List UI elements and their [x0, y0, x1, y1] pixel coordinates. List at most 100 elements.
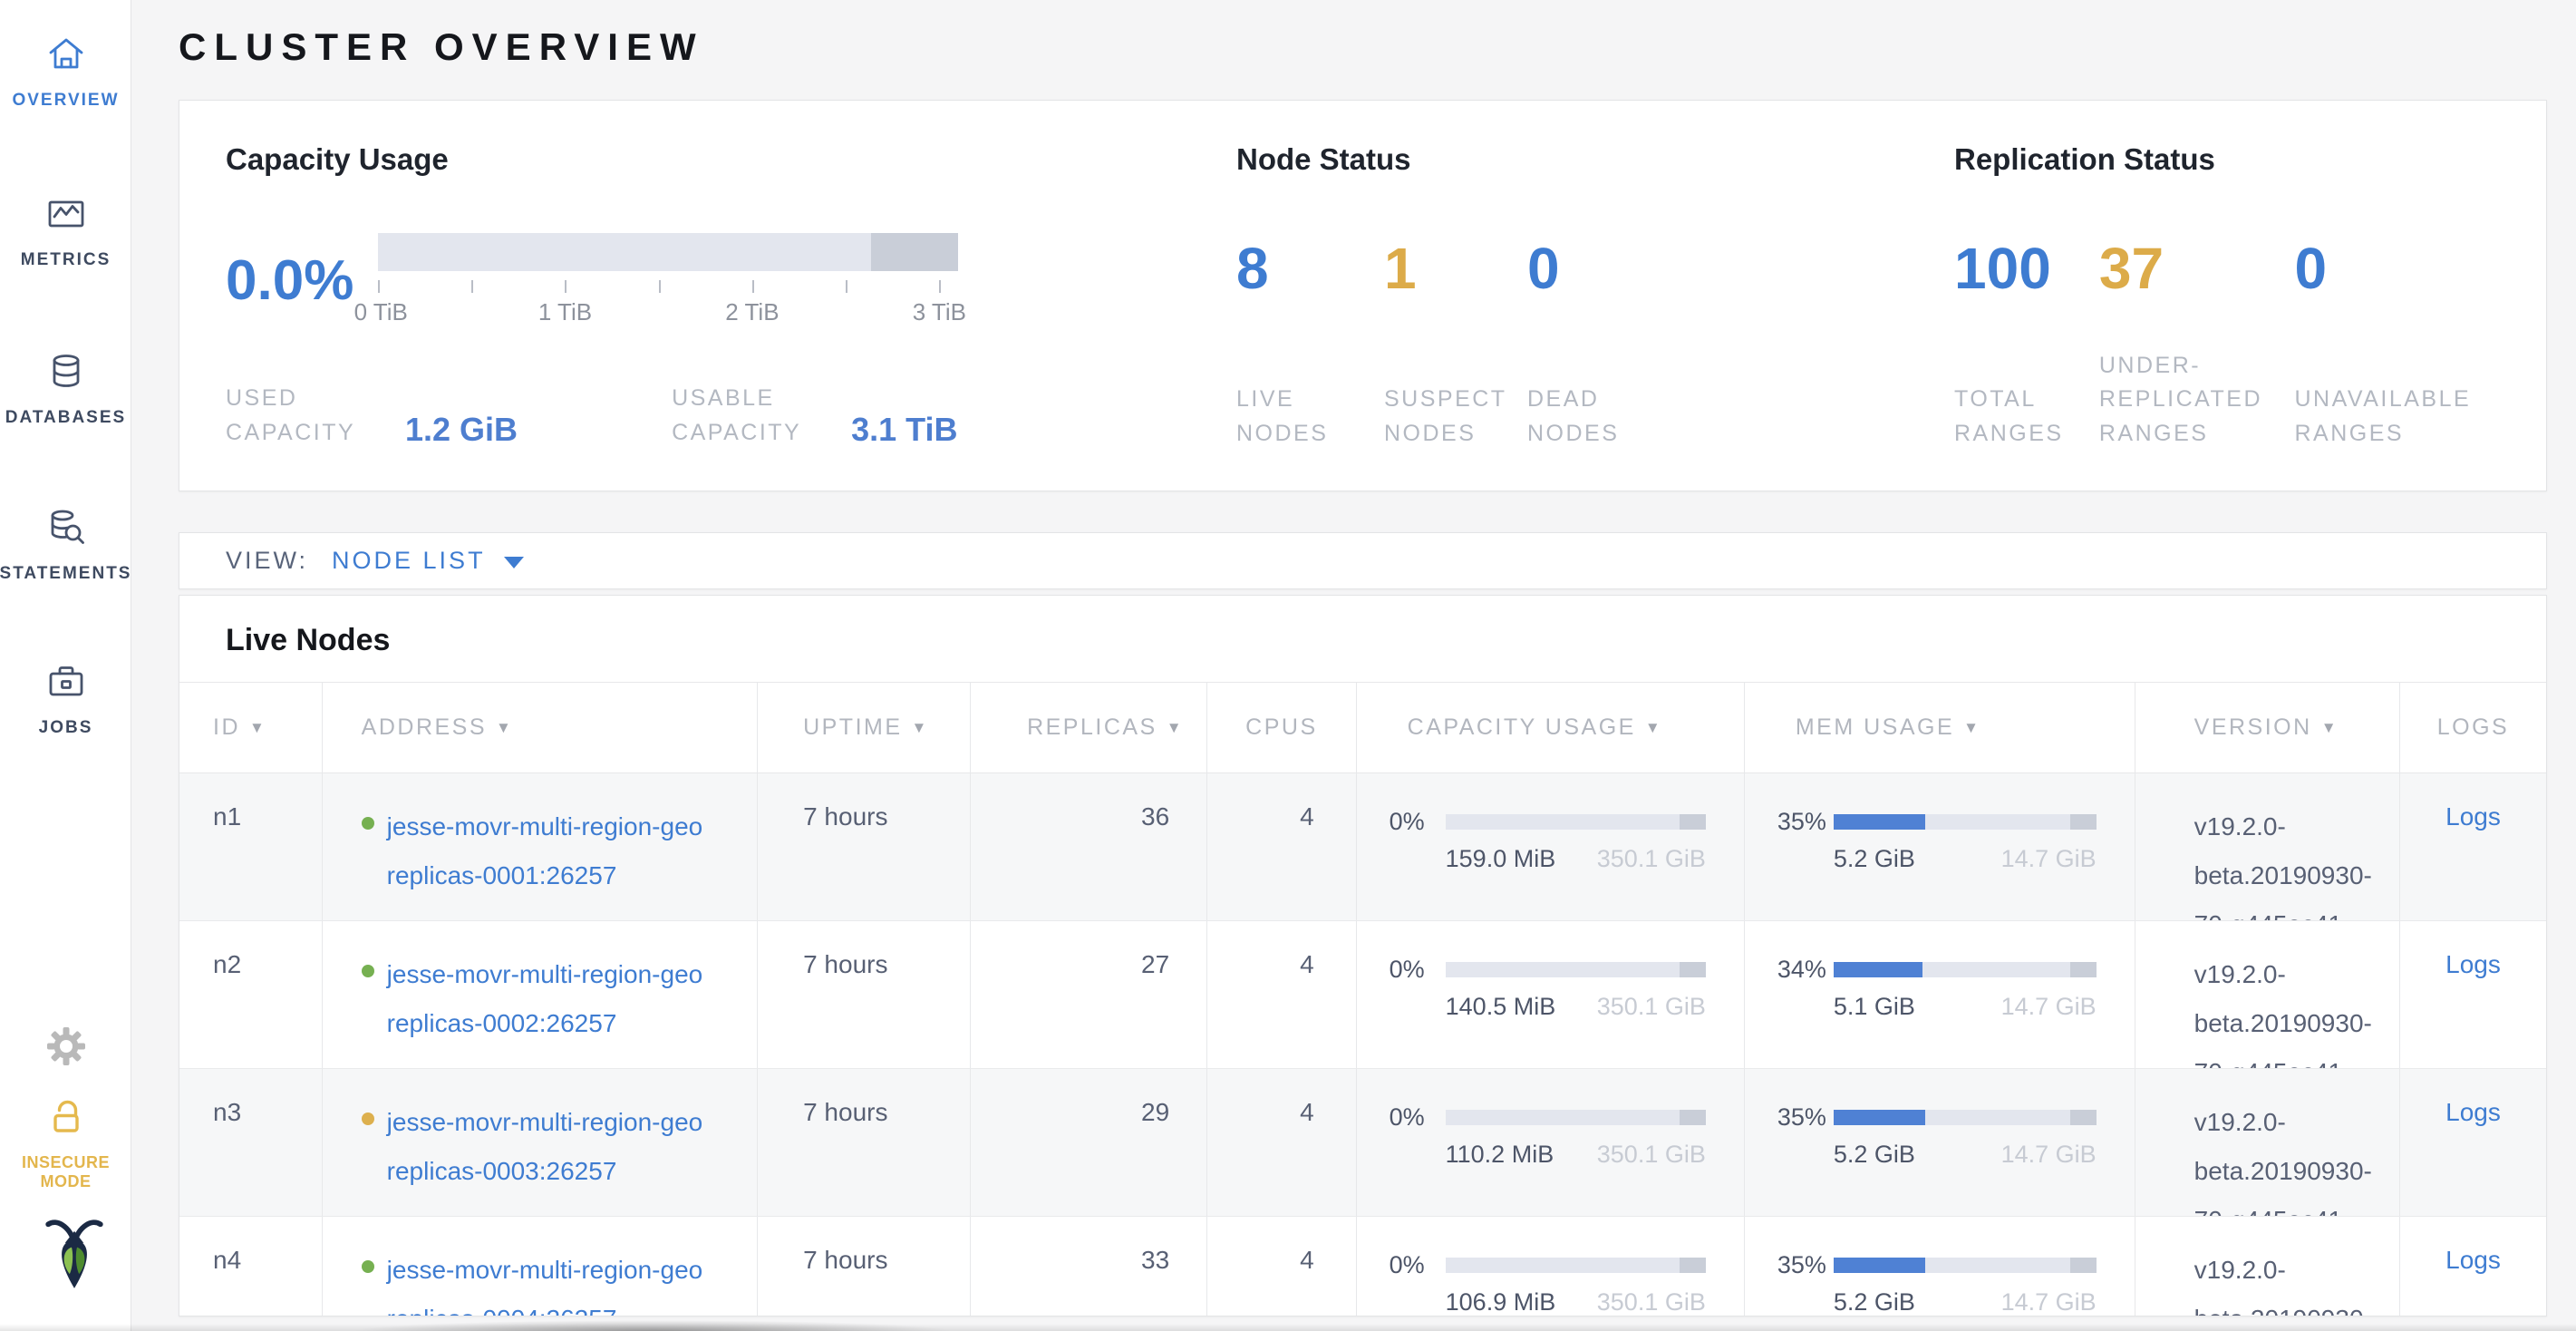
capacity-tick-label: 0 TiB	[354, 298, 408, 326]
under-replicated-stat: 37 UNDER-REPLICATED RANGES	[2099, 213, 2295, 451]
column-header-cpus: CPUS	[1206, 683, 1355, 772]
node-uptime: 7 hours	[757, 1069, 970, 1216]
capacity-tick-label: 1 TiB	[538, 298, 592, 326]
capacity-usage-meter: 0% 140.5 MiB 350.1 GiB	[1357, 950, 1744, 1021]
node-cpus: 4	[1206, 1217, 1355, 1316]
node-replicas: 27	[970, 921, 1206, 1068]
node-status-dot	[362, 817, 374, 830]
column-header-logs: LOGS	[2399, 683, 2546, 772]
node-replicas: 36	[970, 773, 1206, 920]
live-nodes-card: Live Nodes ID ▼ ADDRESS ▼ UPTIME ▼ REPLI…	[179, 595, 2547, 1316]
live-nodes-value: 8	[1236, 235, 1384, 302]
sort-arrow-icon: ▼	[1645, 719, 1662, 737]
total-ranges-label: TOTAL RANGES	[1954, 383, 2099, 451]
node-status-section: Node Status 8 LIVE NODES 1 SUSPECT NODES…	[1236, 142, 1954, 451]
under-replicated-value: 37	[2099, 235, 2295, 302]
mem-usage-meter: 35% 5.2 GiB 14.7 GiB	[1745, 1098, 2135, 1169]
column-header-mem-usage[interactable]: MEM USAGE ▼	[1744, 683, 2135, 772]
node-cpus: 4	[1206, 1069, 1355, 1216]
capacity-usage-meter: 0% 110.2 MiB 350.1 GiB	[1357, 1098, 1744, 1169]
column-header-uptime[interactable]: UPTIME ▼	[757, 683, 970, 772]
column-header-version[interactable]: VERSION ▼	[2135, 683, 2399, 772]
node-address-link[interactable]: jesse-movr-multi-region-geo replicas-000…	[362, 1246, 730, 1316]
unlock-icon	[44, 1095, 88, 1139]
mem-usage-meter: 35% 5.2 GiB 14.7 GiB	[1745, 1246, 2135, 1316]
capacity-usage-title: Capacity Usage	[226, 142, 1236, 177]
column-header-id[interactable]: ID ▼	[179, 683, 322, 772]
node-id: n2	[179, 921, 322, 1068]
capacity-usage-meter: 0% 159.0 MiB 350.1 GiB	[1357, 802, 1744, 873]
view-dropdown-value: NODE LIST	[332, 547, 486, 575]
used-capacity-value: 1.2 GiB	[405, 411, 518, 451]
logs-link[interactable]: Logs	[2400, 802, 2546, 831]
live-nodes-title: Live Nodes	[179, 596, 2546, 682]
view-selector-bar: VIEW: NODE LIST	[179, 532, 2547, 589]
suspect-nodes-stat: 1 SUSPECT NODES	[1384, 213, 1527, 451]
insecure-mode-label: INSECURE MODE	[0, 1153, 131, 1191]
sidebar-item-overview[interactable]: OVERVIEW	[0, 33, 131, 111]
node-id: n3	[179, 1069, 322, 1216]
mem-usage-meter: 35% 5.2 GiB 14.7 GiB	[1745, 802, 2135, 873]
live-nodes-stat: 8 LIVE NODES	[1236, 213, 1384, 451]
sidebar-item-label: JOBS	[39, 718, 93, 738]
sort-arrow-icon: ▼	[912, 719, 929, 737]
column-header-capacity-usage[interactable]: CAPACITY USAGE ▼	[1356, 683, 1744, 772]
node-address-link[interactable]: jesse-movr-multi-region-geo replicas-000…	[362, 802, 730, 900]
node-version: v19.2.0- beta.20190930- 70-g445ec41	[2135, 921, 2399, 1068]
node-version: v19.2.0- beta.20190930- 70-g445ec41	[2135, 1217, 2399, 1316]
sidebar-item-jobs[interactable]: JOBS	[0, 660, 131, 738]
window-bottom-shadow-smudge	[254, 1316, 1051, 1331]
capacity-tick-label: 2 TiB	[725, 298, 779, 326]
mem-usage-meter: 34% 5.1 GiB 14.7 GiB	[1745, 950, 2135, 1021]
live-nodes-label: LIVE NODES	[1236, 383, 1384, 451]
used-capacity-label: USED CAPACITY	[226, 381, 382, 452]
column-header-replicas[interactable]: REPLICAS ▼	[970, 683, 1206, 772]
node-address-link[interactable]: jesse-movr-multi-region-geo replicas-000…	[362, 1098, 730, 1196]
node-version: v19.2.0- beta.20190930- 70-g445ec41	[2135, 1069, 2399, 1216]
capacity-usage-meter: 0% 106.9 MiB 350.1 GiB	[1357, 1246, 1744, 1316]
node-status-dot	[362, 1112, 374, 1125]
node-uptime: 7 hours	[757, 1217, 970, 1316]
node-status-dot	[362, 1260, 374, 1273]
under-replicated-label: UNDER-REPLICATED RANGES	[2099, 349, 2295, 452]
logs-link[interactable]: Logs	[2400, 1246, 2546, 1275]
node-status-title: Node Status	[1236, 142, 1954, 177]
total-ranges-stat: 100 TOTAL RANGES	[1954, 213, 2099, 451]
node-id: n4	[179, 1217, 322, 1316]
node-address-link[interactable]: jesse-movr-multi-region-geo replicas-000…	[362, 950, 730, 1048]
replication-status-section: Replication Status 100 TOTAL RANGES 37 U…	[1954, 142, 2510, 451]
sidebar-item-statements[interactable]: STATEMENTS	[0, 506, 131, 584]
column-header-address[interactable]: ADDRESS ▼	[322, 683, 757, 772]
usable-capacity-stat: USABLE CAPACITY 3.1 TiB	[672, 381, 957, 452]
capacity-bar: 0 TiB 1 TiB 2 TiB 3 TiB	[378, 233, 958, 327]
main-content: CLUSTER OVERVIEW Capacity Usage 0.0% 0 T…	[131, 0, 2576, 1331]
node-cpus: 4	[1206, 773, 1355, 920]
sidebar-item-label: OVERVIEW	[12, 91, 119, 111]
used-capacity-stat: USED CAPACITY 1.2 GiB	[226, 381, 518, 452]
suspect-nodes-value: 1	[1384, 235, 1527, 302]
dead-nodes-stat: 0 DEAD NODES	[1527, 213, 1690, 451]
capacity-usage-section: Capacity Usage 0.0% 0 TiB 1 TiB 2 TiB 3 …	[226, 142, 1236, 451]
unavailable-ranges-label: UNAVAILABLE RANGES	[2294, 383, 2510, 451]
sidebar-item-databases[interactable]: DATABASES	[0, 350, 131, 428]
chevron-down-icon	[504, 557, 524, 568]
sort-arrow-icon: ▼	[1167, 719, 1184, 737]
node-uptime: 7 hours	[757, 921, 970, 1068]
cluster-summary-card: Capacity Usage 0.0% 0 TiB 1 TiB 2 TiB 3 …	[179, 100, 2547, 491]
cockroach-bug-icon	[44, 1215, 88, 1258]
dead-nodes-label: DEAD NODES	[1527, 383, 1690, 451]
sidebar: OVERVIEW METRICS DATABASES	[0, 0, 131, 1331]
node-replicas: 29	[970, 1069, 1206, 1216]
sidebar-insecure-mode[interactable]: INSECURE MODE	[0, 1095, 131, 1191]
logs-link[interactable]: Logs	[2400, 1098, 2546, 1127]
sidebar-item-metrics[interactable]: METRICS	[0, 192, 131, 270]
node-uptime: 7 hours	[757, 773, 970, 920]
briefcase-icon	[44, 660, 88, 704]
sidebar-settings[interactable]	[0, 1025, 131, 1068]
unavailable-ranges-value: 0	[2294, 235, 2510, 302]
metrics-icon	[44, 192, 88, 236]
view-dropdown[interactable]: NODE LIST	[332, 547, 524, 575]
page-title: CLUSTER OVERVIEW	[179, 25, 2547, 69]
database-icon	[44, 350, 88, 393]
logs-link[interactable]: Logs	[2400, 950, 2546, 979]
